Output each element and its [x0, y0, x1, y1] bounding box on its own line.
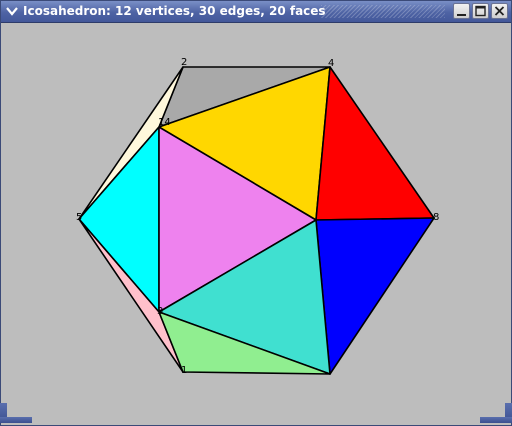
vertex-label-5: 5 — [76, 212, 82, 223]
maximize-button[interactable] — [472, 3, 489, 19]
title-bar[interactable]: Icosahedron: 12 vertices, 30 edges, 20 f… — [1, 1, 511, 23]
window-menu-button[interactable] — [4, 3, 20, 19]
window-title: Icosahedron: 12 vertices, 30 edges, 20 f… — [23, 4, 326, 18]
vertex-label-1: 1 — [181, 365, 187, 376]
drawing-canvas: 2 4 14 5 8 3 1 — [5, 23, 507, 403]
vertex-label-8: 8 — [433, 212, 439, 223]
vertex-label-2: 2 — [181, 57, 187, 68]
face-blue — [315, 217, 435, 375]
chevron-down-icon — [6, 7, 18, 16]
app-window: Icosahedron: 12 vertices, 30 edges, 20 f… — [0, 0, 512, 426]
face-cyan — [78, 126, 160, 313]
minimize-button[interactable] — [453, 3, 470, 19]
close-button[interactable] — [491, 3, 508, 19]
maximize-icon — [475, 5, 486, 17]
window-bottom-frame — [1, 403, 511, 425]
minimize-icon — [457, 14, 466, 16]
resize-edge-bottom-right[interactable] — [480, 417, 512, 423]
face-red — [315, 66, 435, 221]
title-bar-texture — [321, 5, 445, 18]
vertex-label-3: 3 — [157, 306, 163, 317]
icosahedron-drawing: 2 4 14 5 8 3 1 — [76, 57, 439, 376]
vertex-label-14: 14 — [158, 117, 171, 128]
close-icon — [494, 6, 505, 16]
resize-edge-bottom-left[interactable] — [0, 417, 32, 423]
vertex-label-4: 4 — [328, 58, 334, 69]
